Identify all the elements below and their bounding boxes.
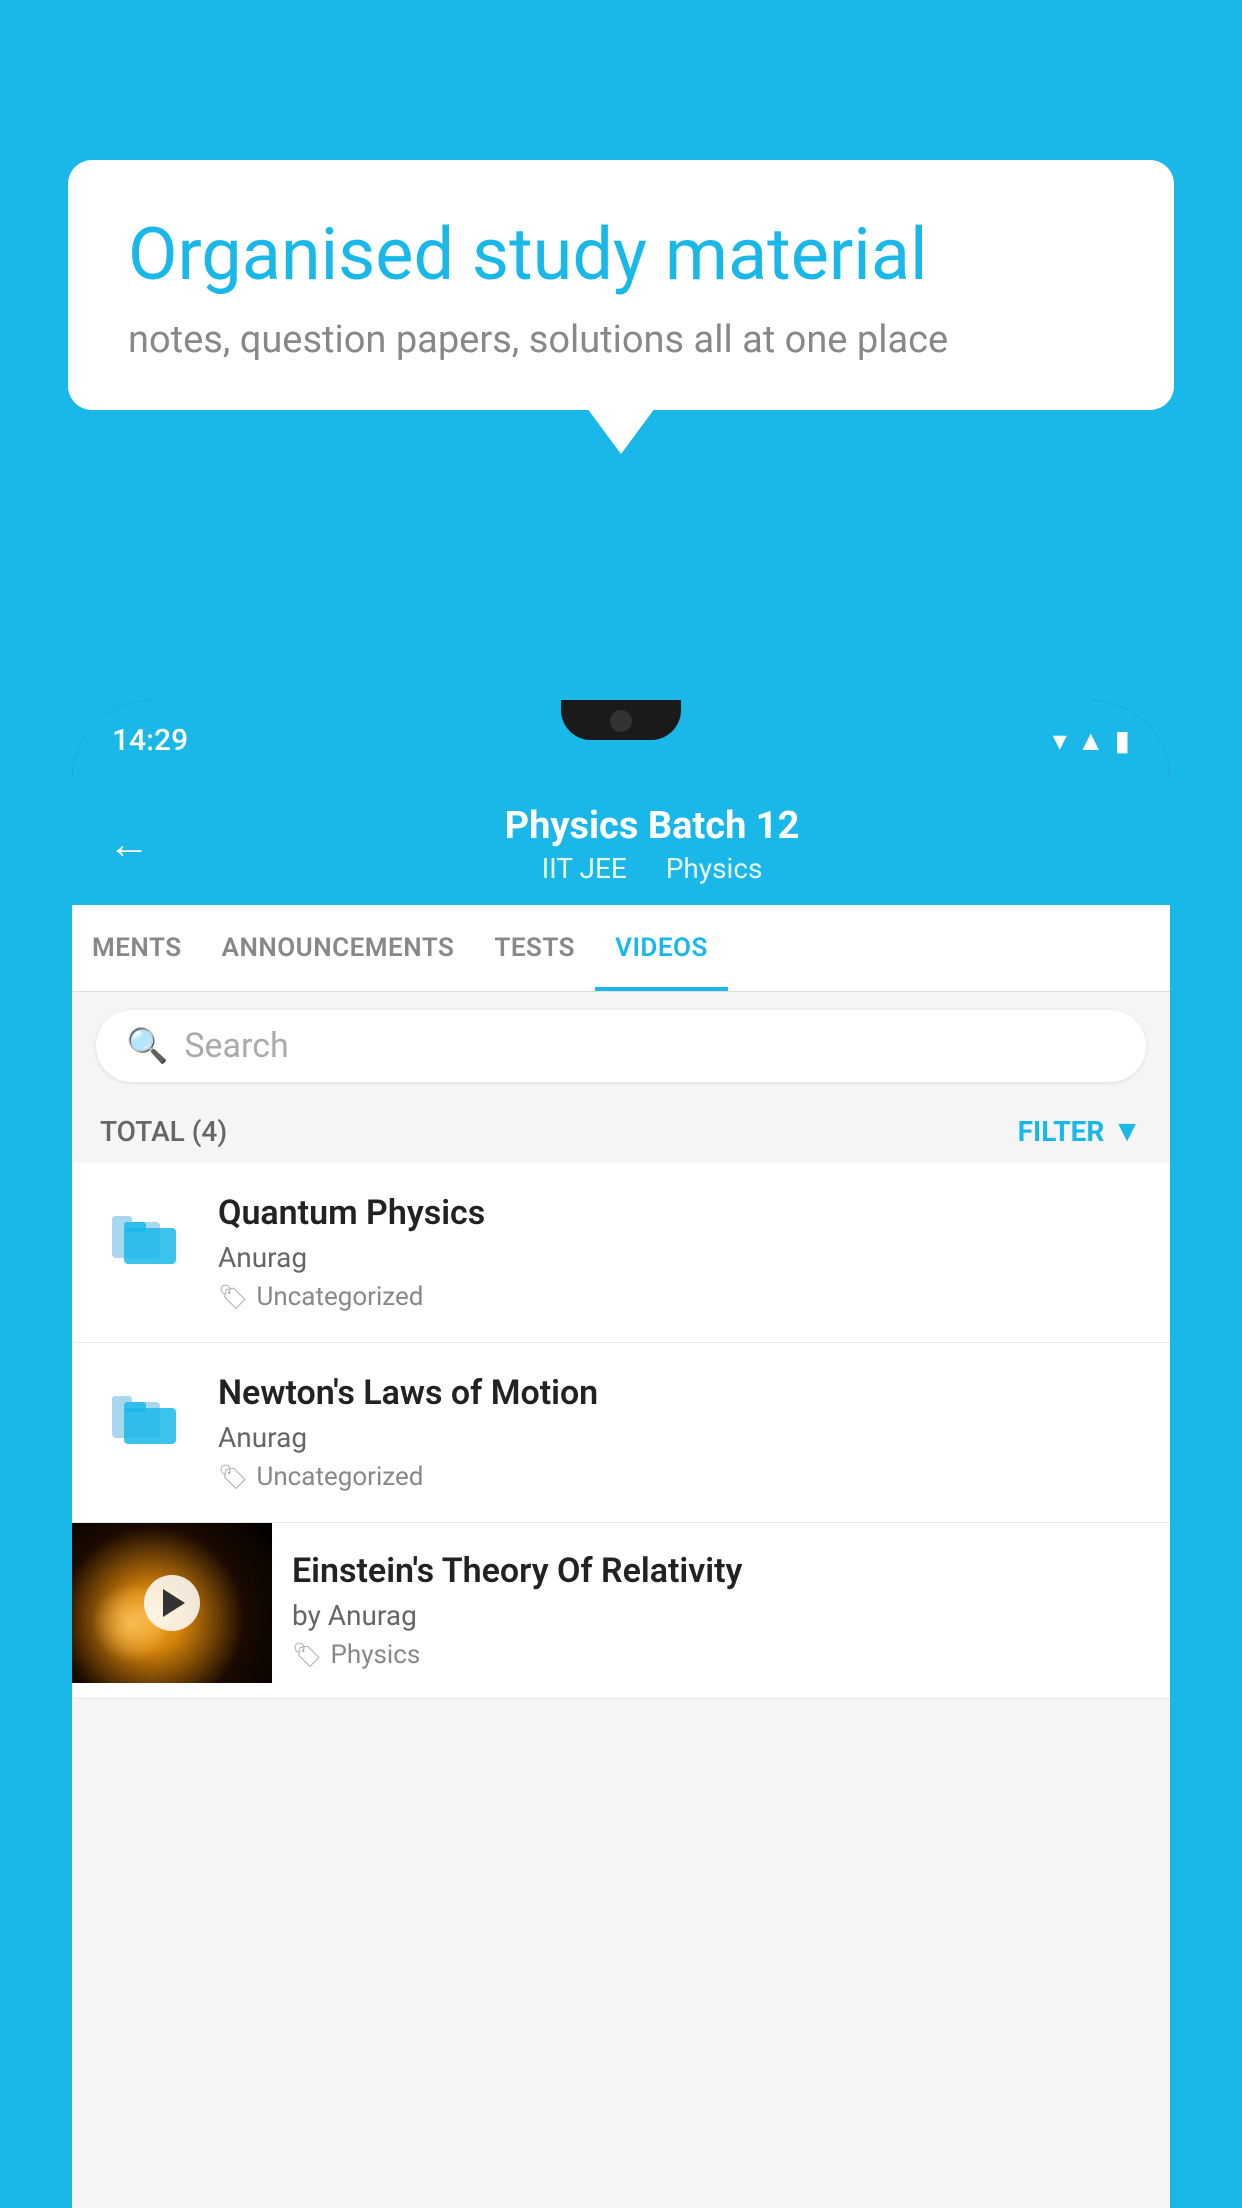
video-tag-label-3: Physics xyxy=(330,1640,420,1670)
back-button[interactable]: ← xyxy=(108,820,150,869)
tab-ments[interactable]: MENTS xyxy=(72,905,202,991)
search-icon: 🔍 xyxy=(126,1026,168,1066)
tabs-bar: MENTS ANNOUNCEMENTS TESTS VIDEOS xyxy=(72,905,1170,992)
filter-label: FILTER xyxy=(1018,1115,1105,1148)
status-time: 14:29 xyxy=(112,723,188,758)
video-list: Quantum Physics Anurag 🏷 Uncategorized xyxy=(72,1163,1170,1699)
bubble-subtitle: notes, question papers, solutions all at… xyxy=(128,318,1114,362)
video-tag-2: 🏷 Uncategorized xyxy=(218,1462,1142,1492)
video-author-1: Anurag xyxy=(218,1241,1142,1274)
phone-screen: ← Physics Batch 12 IIT JEE Physics MENTS… xyxy=(72,780,1170,2208)
video-tag-label-1: Uncategorized xyxy=(256,1282,423,1312)
tag-icon-3: 🏷 xyxy=(292,1641,322,1669)
header-title-area: Physics Batch 12 IIT JEE Physics xyxy=(170,804,1134,885)
list-item[interactable]: Quantum Physics Anurag 🏷 Uncategorized xyxy=(72,1163,1170,1343)
front-camera xyxy=(610,710,632,732)
battery-icon: ▮ xyxy=(1115,724,1130,757)
wifi-icon: ▾ xyxy=(1053,724,1067,757)
filter-bar: TOTAL (4) FILTER ▼ xyxy=(72,1100,1170,1163)
play-icon xyxy=(163,1589,185,1617)
list-item[interactable]: Newton's Laws of Motion Anurag 🏷 Uncateg… xyxy=(72,1343,1170,1523)
video-title-1: Quantum Physics xyxy=(218,1193,1142,1233)
search-bar[interactable]: 🔍 Search xyxy=(96,1010,1146,1082)
header-subtitle-physics: Physics xyxy=(666,852,763,885)
app-header: ← Physics Batch 12 IIT JEE Physics xyxy=(72,780,1170,905)
video-author-3: by Anurag xyxy=(292,1599,1150,1632)
video-tag-3: 🏷 Physics xyxy=(292,1640,1150,1670)
list-item[interactable]: Einstein's Theory Of Relativity by Anura… xyxy=(72,1523,1170,1699)
phone-notch xyxy=(561,700,681,740)
video-folder-icon-2 xyxy=(100,1373,190,1463)
video-folder-icon-1 xyxy=(100,1193,190,1283)
video-author-2: Anurag xyxy=(218,1421,1142,1454)
status-icons: ▾ ▲ ▮ xyxy=(1053,724,1130,757)
status-bar: 14:29 ▾ ▲ ▮ xyxy=(72,700,1170,780)
batch-title: Physics Batch 12 xyxy=(170,804,1134,848)
total-count: TOTAL (4) xyxy=(100,1115,227,1148)
tag-icon-2: 🏷 xyxy=(218,1463,248,1491)
speech-bubble-card: Organised study material notes, question… xyxy=(68,160,1174,410)
einstein-thumbnail xyxy=(72,1523,272,1683)
bubble-title: Organised study material xyxy=(128,212,1114,298)
phone-frame: 14:29 ▾ ▲ ▮ ← Physics Batch 12 IIT JEE P… xyxy=(72,700,1170,2208)
header-subtitle-iitjee: IIT JEE xyxy=(542,852,627,885)
tab-videos[interactable]: VIDEOS xyxy=(595,905,728,991)
filter-button[interactable]: FILTER ▼ xyxy=(1018,1114,1142,1149)
play-button[interactable] xyxy=(144,1575,200,1631)
tab-announcements[interactable]: ANNOUNCEMENTS xyxy=(202,905,475,991)
signal-icon: ▲ xyxy=(1077,724,1105,757)
tab-tests[interactable]: TESTS xyxy=(474,905,595,991)
tag-icon-1: 🏷 xyxy=(218,1283,248,1311)
batch-subtitle: IIT JEE Physics xyxy=(170,852,1134,885)
video-title-3: Einstein's Theory Of Relativity xyxy=(292,1551,1150,1591)
video-tag-label-2: Uncategorized xyxy=(256,1462,423,1492)
video-info-1: Quantum Physics Anurag 🏷 Uncategorized xyxy=(218,1193,1142,1312)
search-placeholder[interactable]: Search xyxy=(184,1026,288,1066)
filter-icon: ▼ xyxy=(1112,1114,1142,1149)
video-tag-1: 🏷 Uncategorized xyxy=(218,1282,1142,1312)
video-info-2: Newton's Laws of Motion Anurag 🏷 Uncateg… xyxy=(218,1373,1142,1492)
video-title-2: Newton's Laws of Motion xyxy=(218,1373,1142,1413)
video-info-3: Einstein's Theory Of Relativity by Anura… xyxy=(272,1523,1170,1698)
